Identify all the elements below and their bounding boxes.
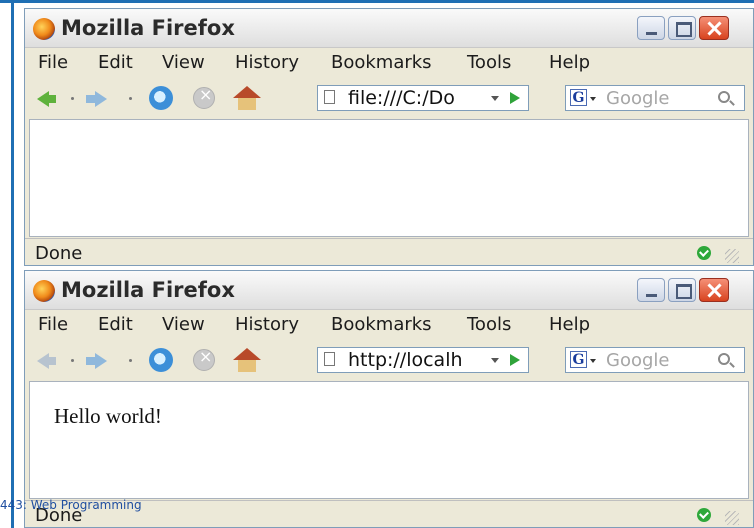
navigation-toolbar: file:///C:/Do G Google: [25, 79, 753, 119]
page-content: [29, 119, 749, 237]
stop-icon[interactable]: [193, 347, 215, 371]
google-icon[interactable]: G: [570, 89, 587, 106]
menu-help[interactable]: Help: [549, 52, 590, 73]
search-icon[interactable]: [718, 353, 730, 365]
forward-dropdown-icon[interactable]: [129, 359, 132, 362]
slide-left-border: [11, 3, 14, 528]
search-icon[interactable]: [718, 91, 730, 103]
forward-arrow-icon[interactable]: [86, 353, 107, 369]
window-title: Mozilla Firefox: [61, 16, 235, 40]
title-bar: Mozilla Firefox: [25, 271, 753, 310]
back-dropdown-icon[interactable]: [71, 97, 74, 100]
home-icon[interactable]: [233, 86, 261, 110]
search-engine-dropdown-icon[interactable]: [590, 97, 596, 101]
forward-arrow-icon[interactable]: [86, 91, 107, 107]
search-box[interactable]: G Google: [565, 347, 745, 373]
browser-window-localhost: Mozilla Firefox File Edit View History B…: [24, 270, 754, 528]
close-button[interactable]: [699, 16, 729, 40]
back-arrow-icon[interactable]: [37, 91, 56, 107]
home-icon[interactable]: [233, 348, 261, 372]
menu-file[interactable]: File: [38, 52, 68, 73]
google-icon[interactable]: G: [570, 351, 587, 368]
title-bar: Mozilla Firefox: [25, 9, 753, 48]
url-dropdown-button[interactable]: [485, 350, 505, 370]
url-dropdown-button[interactable]: [485, 88, 505, 108]
slide-top-border: [0, 0, 754, 3]
menu-bookmarks[interactable]: Bookmarks: [331, 52, 432, 73]
menu-edit[interactable]: Edit: [98, 52, 133, 73]
search-box[interactable]: G Google: [565, 85, 745, 111]
slide-footer: 443: Web Programming: [0, 498, 142, 512]
window-title: Mozilla Firefox: [61, 278, 235, 302]
minimize-button[interactable]: [637, 16, 665, 40]
page-icon: [324, 90, 335, 104]
menu-bar: File Edit View History Bookmarks Tools H…: [25, 310, 753, 340]
search-engine-dropdown-icon[interactable]: [590, 359, 596, 363]
resize-grip-icon[interactable]: [725, 511, 739, 525]
status-ok-icon: [697, 508, 711, 522]
status-text: Done: [35, 243, 83, 264]
url-text[interactable]: http://localh: [348, 349, 463, 371]
maximize-button[interactable]: [668, 16, 696, 40]
menu-tools[interactable]: Tools: [467, 314, 511, 335]
status-ok-icon: [697, 246, 711, 260]
resize-grip-icon[interactable]: [725, 249, 739, 263]
menu-history[interactable]: History: [235, 52, 299, 73]
firefox-icon: [33, 280, 55, 302]
navigation-toolbar: http://localh G Google: [25, 341, 753, 381]
status-bar: Done: [25, 238, 753, 265]
menu-help[interactable]: Help: [549, 314, 590, 335]
close-button[interactable]: [699, 278, 729, 302]
search-placeholder[interactable]: Google: [606, 350, 669, 371]
menu-file[interactable]: File: [38, 314, 68, 335]
menu-edit[interactable]: Edit: [98, 314, 133, 335]
minimize-button[interactable]: [637, 278, 665, 302]
page-content: Hello world!: [29, 381, 749, 499]
maximize-button[interactable]: [668, 278, 696, 302]
menu-view[interactable]: View: [162, 314, 205, 335]
stop-icon[interactable]: [193, 85, 215, 109]
menu-bookmarks[interactable]: Bookmarks: [331, 314, 432, 335]
page-text: Hello world!: [54, 404, 162, 428]
firefox-icon: [33, 18, 55, 40]
forward-dropdown-icon[interactable]: [129, 97, 132, 100]
search-placeholder[interactable]: Google: [606, 88, 669, 109]
back-dropdown-icon[interactable]: [71, 359, 74, 362]
reload-icon[interactable]: [149, 348, 173, 372]
page-icon: [324, 352, 335, 366]
menu-bar: File Edit View History Bookmarks Tools H…: [25, 48, 753, 78]
go-icon[interactable]: [510, 92, 520, 104]
go-icon[interactable]: [510, 354, 520, 366]
menu-history[interactable]: History: [235, 314, 299, 335]
menu-tools[interactable]: Tools: [467, 52, 511, 73]
menu-view[interactable]: View: [162, 52, 205, 73]
url-text[interactable]: file:///C:/Do: [348, 87, 455, 109]
back-arrow-icon[interactable]: [37, 353, 56, 369]
browser-window-file: Mozilla Firefox File Edit View History B…: [24, 8, 754, 266]
reload-icon[interactable]: [149, 86, 173, 110]
